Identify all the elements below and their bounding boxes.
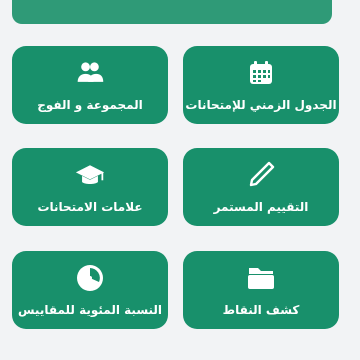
calendar-icon bbox=[246, 58, 276, 88]
tile-label: الجدول الزمني للإمتحانات bbox=[185, 98, 337, 112]
tile-label: المجموعة و الفوج bbox=[37, 98, 143, 112]
group-icon bbox=[75, 58, 105, 88]
graduation-cap-icon bbox=[75, 160, 105, 190]
folder-icon bbox=[246, 263, 276, 293]
tile-modules-percentage[interactable]: النسبة المئوية للمقاييس bbox=[12, 251, 168, 329]
tile-label: علامات الامتحانات bbox=[37, 200, 143, 214]
tile-transcript[interactable]: كشف النقاط bbox=[183, 251, 339, 329]
tile-group-class[interactable]: المجموعة و الفوج bbox=[12, 46, 168, 124]
tile-exam-schedule[interactable]: الجدول الزمني للإمتحانات bbox=[183, 46, 339, 124]
tile-label: النسبة المئوية للمقاييس bbox=[17, 303, 163, 317]
pie-chart-icon bbox=[75, 263, 105, 293]
tile-exam-grades[interactable]: علامات الامتحانات bbox=[12, 148, 168, 226]
tile-label: التقييم المستمر bbox=[213, 200, 309, 214]
tile-label: كشف النقاط bbox=[222, 303, 300, 317]
tile-continuous-assessment[interactable]: التقييم المستمر bbox=[183, 148, 339, 226]
top-banner bbox=[12, 0, 332, 24]
pencil-icon bbox=[246, 160, 276, 190]
